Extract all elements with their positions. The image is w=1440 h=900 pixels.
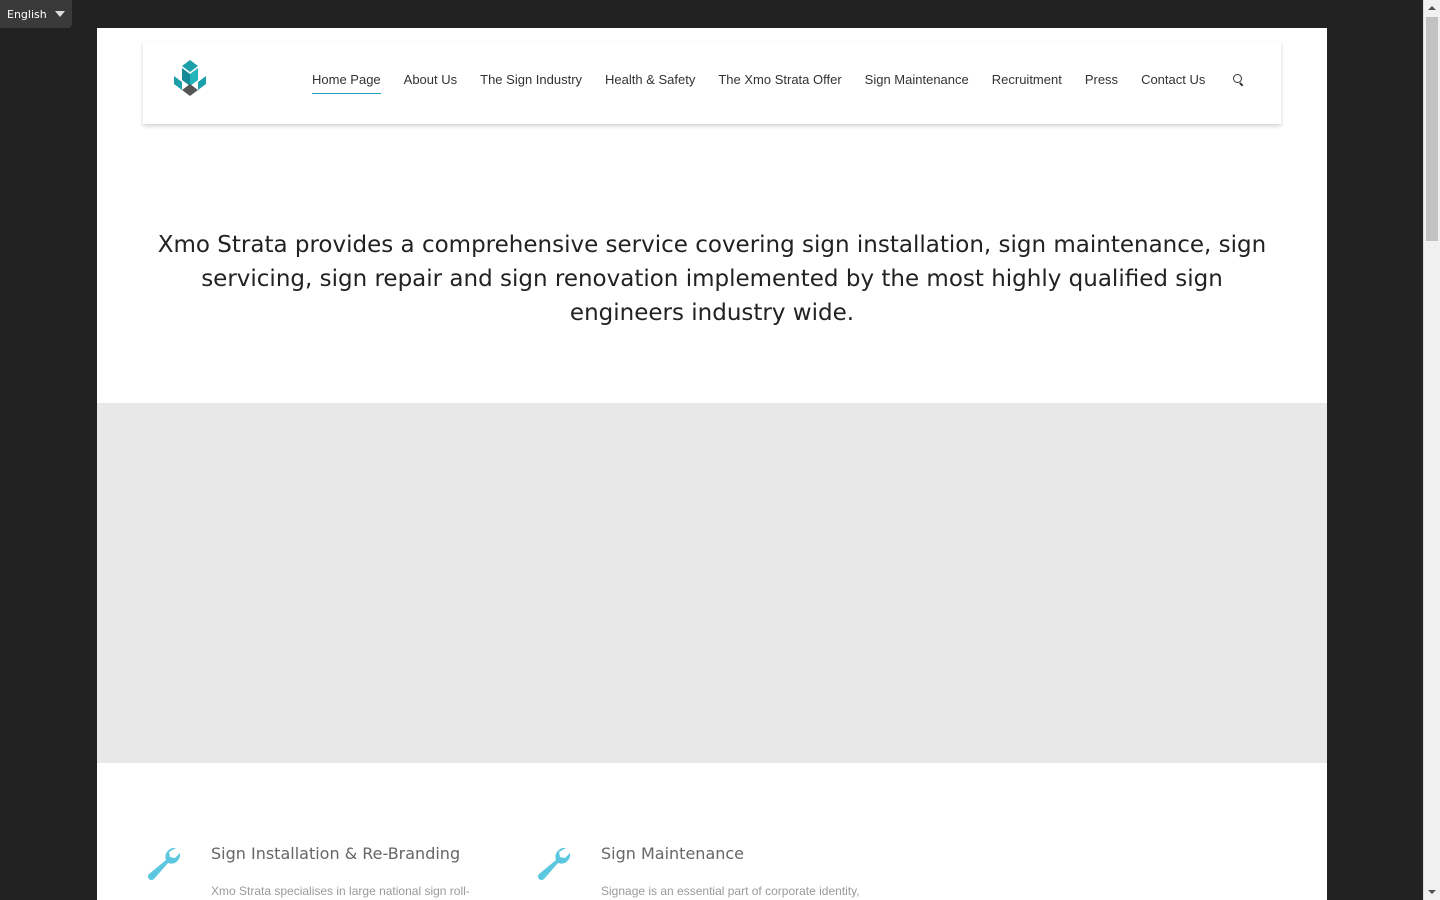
nav-about-us[interactable]: About Us bbox=[404, 72, 457, 87]
feature-text: Xmo Strata specialises in large national… bbox=[211, 884, 470, 898]
cube-logo-icon[interactable] bbox=[170, 58, 210, 98]
feature-title: Sign Maintenance bbox=[601, 844, 745, 863]
nav-recruitment[interactable]: Recruitment bbox=[992, 72, 1062, 87]
vertical-scrollbar[interactable] bbox=[1423, 0, 1440, 900]
wrench-icon bbox=[147, 847, 181, 881]
hero-banner bbox=[97, 403, 1327, 763]
scroll-up-icon[interactable] bbox=[1424, 0, 1440, 16]
scroll-down-icon[interactable] bbox=[1424, 884, 1440, 900]
search-icon[interactable] bbox=[1232, 73, 1246, 87]
nav-the-sign-industry[interactable]: The Sign Industry bbox=[480, 72, 582, 87]
feature-text: Signage is an essential part of corporat… bbox=[601, 884, 860, 898]
nav-contact-us[interactable]: Contact Us bbox=[1141, 72, 1205, 87]
nav-xmo-strata-offer[interactable]: The Xmo Strata Offer bbox=[718, 72, 841, 87]
nav-home-page[interactable]: Home Page bbox=[312, 72, 381, 94]
wrench-icon bbox=[537, 847, 571, 881]
main-nav: Home Page About Us The Sign Industry Hea… bbox=[312, 72, 1246, 94]
page-container: Home Page About Us The Sign Industry Hea… bbox=[97, 28, 1327, 900]
language-label: English bbox=[7, 8, 47, 21]
scroll-thumb[interactable] bbox=[1426, 17, 1438, 241]
caret-down-icon bbox=[55, 11, 65, 17]
feature-title: Sign Installation & Re-Branding bbox=[211, 844, 461, 863]
site-header: Home Page About Us The Sign Industry Hea… bbox=[143, 42, 1281, 124]
nav-health-safety[interactable]: Health & Safety bbox=[605, 72, 695, 87]
language-selector[interactable]: English bbox=[0, 0, 72, 28]
intro-text: Xmo Strata provides a comprehensive serv… bbox=[157, 232, 1267, 326]
nav-press[interactable]: Press bbox=[1085, 72, 1118, 87]
nav-sign-maintenance[interactable]: Sign Maintenance bbox=[865, 72, 969, 87]
